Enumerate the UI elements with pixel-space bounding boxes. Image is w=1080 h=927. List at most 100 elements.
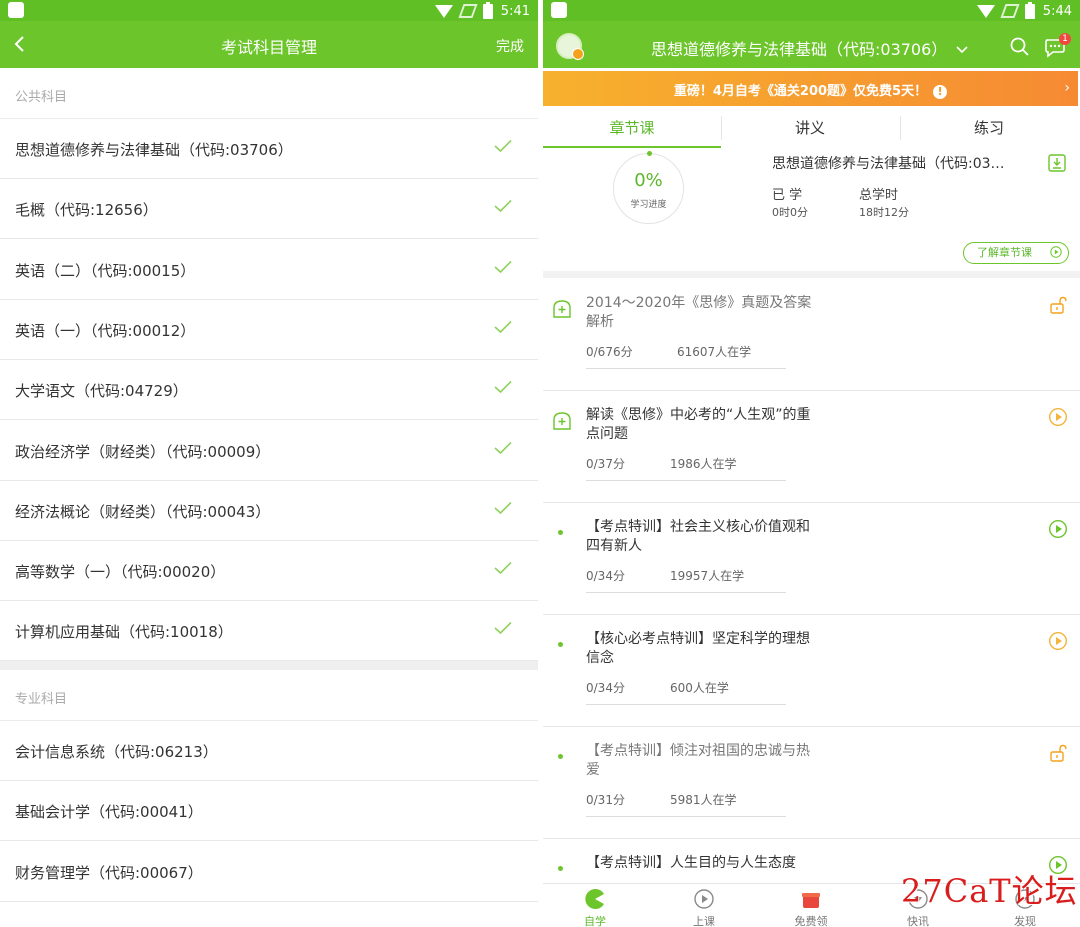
- promo-banner[interactable]: 重磅！4月自考《通关200题》仅免费5天！! ›: [543, 71, 1078, 106]
- bottom-nav-item[interactable]: 自学: [565, 888, 625, 927]
- chevron-down-icon: [956, 46, 968, 54]
- lesson-learners: 1986人在学: [670, 457, 737, 471]
- bottom-nav-label: 发现: [1014, 915, 1036, 927]
- lesson-title: 【考点特训】人生目的与人生态度: [586, 855, 796, 871]
- public-subjects-header: 公共科目: [0, 68, 538, 119]
- subject-label: 基础会计学（代码:00041）: [15, 803, 203, 822]
- battery-icon: [482, 1, 493, 19]
- section-gap: [0, 661, 538, 670]
- status-time: 5:44: [1042, 3, 1072, 19]
- checkmark-icon: [494, 501, 512, 514]
- bottom-nav-label: 快讯: [907, 915, 929, 927]
- course-selector[interactable]: 思想道德修养与法律基础（代码:03706）: [651, 36, 968, 60]
- signal-icon: [458, 4, 478, 18]
- tab-practice[interactable]: 练习: [900, 108, 1078, 148]
- learn-button-label: 了解章节课: [977, 246, 1032, 259]
- lock-icon[interactable]: [1048, 295, 1068, 315]
- lesson-score: 0/34分: [586, 569, 625, 583]
- subject-label: 思想道德修养与法律基础（代码:03706）: [15, 141, 293, 159]
- subject-label: 经济法概论（财经类）（代码:00043）: [15, 502, 271, 521]
- major-subjects-header: 专业科目: [0, 670, 538, 721]
- lesson-item[interactable]: 解读《思修》中必考的“人生观”的重点问题 0/37分 1986人在学: [543, 391, 1080, 503]
- course-title: 思想道德修养与法律基础（代码:03706）: [651, 40, 948, 59]
- progress-marker: [647, 151, 652, 156]
- banner-text: 重磅！4月自考《通关200题》仅免费5天！: [673, 84, 928, 99]
- done-button[interactable]: 完成: [496, 36, 524, 56]
- subject-label: 高等数学（一）（代码:00020）: [15, 563, 226, 582]
- lesson-divider: [586, 368, 786, 369]
- lesson-score: 0/37分: [586, 457, 625, 471]
- subject-label: 财务管理学（代码:00067）: [15, 863, 203, 882]
- subject-row[interactable]: 计算机应用基础（代码:10018）: [0, 601, 538, 662]
- chevron-right-icon: ›: [1064, 80, 1070, 96]
- progress-ring: 0% 学习进度: [613, 151, 684, 224]
- lock-icon[interactable]: [1048, 743, 1068, 763]
- bullet-icon: [558, 530, 563, 535]
- lesson-score: 0/31分: [586, 793, 625, 807]
- progress-percent: 0%: [634, 170, 663, 191]
- checkmark-icon: [494, 200, 512, 213]
- expand-chapter-icon[interactable]: [552, 411, 572, 431]
- expand-chapter-icon[interactable]: [552, 299, 572, 319]
- subject-label: 英语（二）（代码:00015）: [15, 261, 196, 280]
- progress-card: 0% 学习进度 思想道德修养与法律基础（代码:03… 已 学 0时0分 总学时 …: [543, 150, 1080, 272]
- subject-row[interactable]: 经济法概论（财经类）（代码:00043）: [0, 481, 538, 541]
- subject-label: 计算机应用基础（代码:10018）: [15, 623, 233, 642]
- lesson-divider: [586, 480, 786, 481]
- subject-row[interactable]: 毛概（代码:12656）: [0, 179, 538, 240]
- bullet-icon: [558, 866, 563, 871]
- watermark: 27CaT论坛: [901, 872, 1078, 910]
- bullet-icon: [558, 642, 563, 647]
- subject-row[interactable]: 财务管理学（代码:00067）: [0, 842, 538, 902]
- tab-chapter-course[interactable]: 章节课: [543, 108, 721, 148]
- play-icon[interactable]: [1048, 631, 1068, 651]
- subject-row[interactable]: 英语（一）（代码:00012）: [0, 300, 538, 360]
- subject-row[interactable]: 大学语文（代码:04729）: [0, 360, 538, 421]
- course-screen: 5:44 思想道德修养与法律基础（代码:03706） 1 重磅！4月自考《通关2…: [543, 0, 1080, 927]
- lesson-item[interactable]: 【考点特训】倾注对祖国的忠诚与热爱 0/31分 5981人在学: [543, 727, 1080, 839]
- lesson-item[interactable]: 2014～2020年《思修》真题及答案解析 0/676分 61607人在学: [543, 279, 1080, 391]
- bottom-nav-label: 免费领: [794, 915, 828, 927]
- notification-icon: [551, 2, 567, 18]
- avatar[interactable]: [556, 33, 584, 60]
- gift-icon: [802, 893, 820, 908]
- checkmark-icon: [494, 320, 512, 333]
- tab-handout[interactable]: 讲义: [721, 108, 899, 148]
- bottom-nav-item[interactable]: 免费领: [781, 888, 841, 927]
- subject-row[interactable]: 高等数学（一）（代码:00020）: [0, 541, 538, 602]
- lesson-learners: 61607人在学: [677, 345, 752, 359]
- lesson-divider: [586, 592, 786, 593]
- subject-row[interactable]: 思想道德修养与法律基础（代码:03706）: [0, 119, 538, 179]
- search-icon[interactable]: [1009, 36, 1031, 58]
- avatar-badge-icon: [572, 48, 584, 60]
- subject-row[interactable]: 英语（二）（代码:00015）: [0, 240, 538, 300]
- wifi-icon: [976, 4, 995, 18]
- status-time: 5:41: [500, 3, 530, 19]
- signal-icon: [1000, 4, 1020, 18]
- play-icon[interactable]: [1048, 519, 1068, 539]
- page-title: 考试科目管理: [220, 38, 317, 57]
- lesson-title: 解读《思修》中必考的“人生观”的重点问题: [586, 407, 811, 442]
- play-icon[interactable]: [1048, 407, 1068, 427]
- lesson-title: 2014～2020年《思修》真题及答案解析: [586, 295, 812, 330]
- lesson-item[interactable]: 【核心必考点特训】坚定科学的理想信念 0/34分 600人在学: [543, 615, 1080, 727]
- notification-icon: [8, 2, 24, 18]
- checkmark-icon: [494, 381, 512, 394]
- lesson-title: 【核心必考点特训】坚定科学的理想信念: [586, 631, 810, 666]
- lesson-score: 0/676分: [586, 345, 633, 359]
- nav-bar: 考试科目管理 完成: [0, 21, 538, 68]
- section-separator: [543, 271, 1080, 278]
- subject-row[interactable]: 基础会计学（代码:00041）: [0, 781, 538, 842]
- bottom-nav-item[interactable]: 上课: [674, 888, 734, 927]
- subject-row[interactable]: 会计信息系统（代码:06213）: [0, 721, 538, 781]
- subject-label: 大学语文（代码:04729）: [15, 382, 188, 401]
- subject-row[interactable]: 政治经济学（财经类）（代码:00009）: [0, 421, 538, 481]
- wifi-icon: [434, 4, 453, 18]
- course-name: 思想道德修养与法律基础（代码:03…: [772, 156, 1005, 172]
- learn-chapter-course-button[interactable]: 了解章节课: [963, 242, 1069, 264]
- checkmark-icon: [494, 441, 512, 454]
- lesson-title: 【考点特训】社会主义核心价值观和四有新人: [586, 519, 810, 554]
- download-icon[interactable]: [1048, 154, 1066, 172]
- checkmark-icon: [494, 260, 512, 273]
- lesson-item[interactable]: 【考点特训】社会主义核心价值观和四有新人 0/34分 19957人在学: [543, 503, 1080, 615]
